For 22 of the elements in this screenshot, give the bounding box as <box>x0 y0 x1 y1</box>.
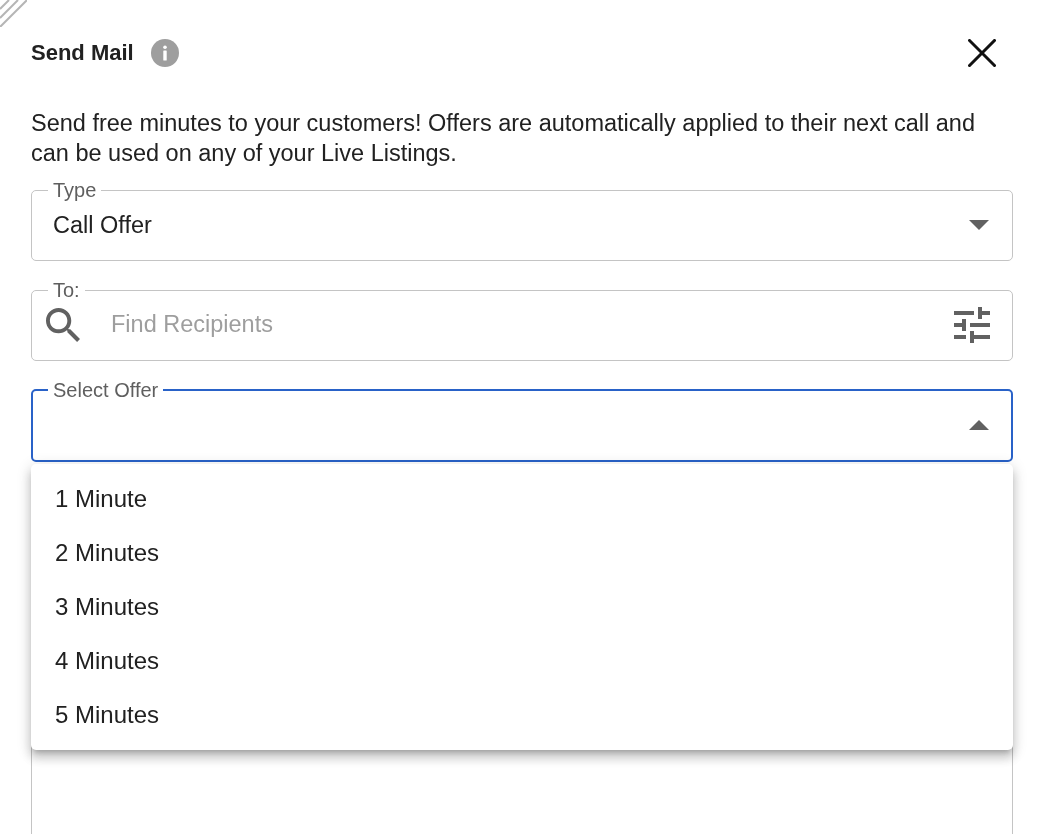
menu-item[interactable]: 2 Minutes <box>31 526 1013 580</box>
menu-item[interactable]: 3 Minutes <box>31 580 1013 634</box>
close-icon <box>968 39 996 67</box>
caret-icon <box>969 419 989 430</box>
field-label: Select Offer <box>52 379 160 401</box>
info-icon[interactable] <box>150 39 179 67</box>
menu-item[interactable]: 5 Minutes <box>31 688 1013 742</box>
caret-icon <box>969 219 989 230</box>
filter-button[interactable] <box>954 306 990 343</box>
dialog-description: Send free minutes to your customers! Offers are automatically applied to their next call and can be used on any of your Live Listings. <box>31 109 976 168</box>
search-icon <box>46 307 80 342</box>
select-field[interactable]: Select Offer <box>31 379 1013 462</box>
sliders-icon <box>954 306 990 343</box>
search-input[interactable]: Find Recipients <box>111 311 954 338</box>
menu-item[interactable]: 4 Minutes <box>31 634 1013 688</box>
field-label: Type <box>52 179 98 201</box>
menu-item[interactable]: 1 Minute <box>31 472 1013 526</box>
close-button[interactable] <box>968 39 996 67</box>
field-value: Call Offer <box>53 210 153 239</box>
hatched-corner-drawing <box>0 0 27 27</box>
field-label: To: <box>52 279 81 301</box>
dialog-title: Send Mail <box>31 40 134 66</box>
